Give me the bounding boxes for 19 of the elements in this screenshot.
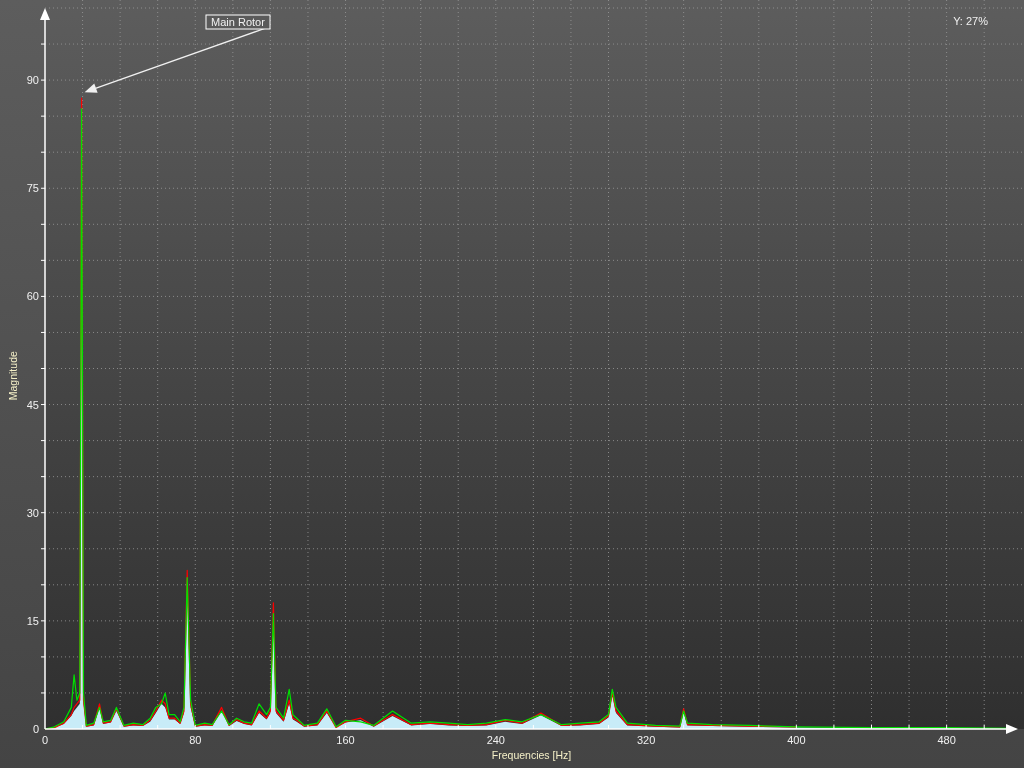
annotation-label: Main Rotor (205, 14, 271, 30)
tick-label: 80 (189, 734, 202, 746)
axis-title: Frequencies [Hz] (491, 749, 572, 761)
tick-label: 400 (787, 734, 806, 746)
tick-label: 60 (26, 290, 39, 303)
tick-label: 0 (41, 734, 49, 746)
tick-label: 320 (636, 734, 656, 746)
tick-label: 480 (937, 734, 956, 746)
readout-text: Y: 27% (953, 15, 988, 27)
tick-label: 45 (26, 398, 39, 411)
tick-label: 75 (26, 182, 39, 195)
tick-label: 240 (486, 734, 505, 746)
tick-label: 160 (336, 734, 355, 746)
tick-label: 90 (26, 74, 39, 87)
annotation: Main Rotor (211, 16, 266, 28)
tick-label: 15 (26, 614, 39, 627)
axis-title: Magnitude (7, 351, 19, 401)
tick-label: 0 (32, 723, 39, 735)
tick-label: 30 (26, 506, 39, 519)
